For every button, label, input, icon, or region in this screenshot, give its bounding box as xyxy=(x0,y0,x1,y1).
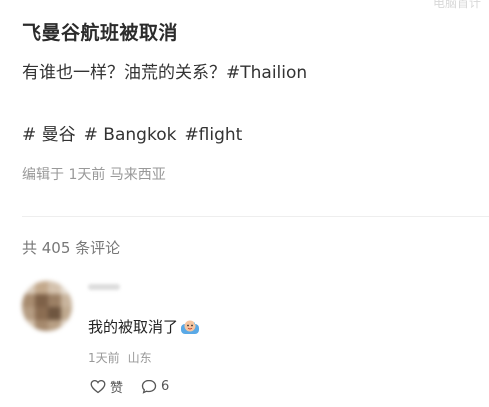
reply-count: 6 xyxy=(161,379,170,394)
comment-location: 山东 xyxy=(127,351,152,365)
tag-bangkok[interactable]: # Bangkok xyxy=(84,125,177,145)
divider xyxy=(22,216,489,217)
post-tags: # 曼谷 # Bangkok #flight xyxy=(22,120,250,145)
comment-time: 1天前 xyxy=(88,351,120,365)
heart-outline-icon xyxy=(90,379,106,394)
post-body: 有谁也一样？油荒的关系？#Thailion xyxy=(22,63,308,83)
comment-text: 我的被取消了 xyxy=(88,316,200,337)
reply-button[interactable]: 6 xyxy=(141,379,169,394)
speech-bubble-icon xyxy=(141,379,157,394)
like-label: 赞 xyxy=(110,381,124,396)
comment-count: 共 405 条评论 xyxy=(22,239,121,257)
sweat-smile-emoji-icon xyxy=(180,319,200,335)
comment-actions: 赞 6 xyxy=(90,377,187,396)
comment-username[interactable] xyxy=(88,284,120,290)
post-meta: 编辑于 1天前 马来西亚 xyxy=(22,167,166,183)
post-title: 飞曼谷航班被取消 xyxy=(22,22,179,44)
tag-bangkok-cn[interactable]: # 曼谷 xyxy=(22,125,76,145)
tag-flight[interactable]: #flight xyxy=(184,125,242,145)
like-button[interactable]: 赞 xyxy=(90,377,123,396)
comment-text-content: 我的被取消了 xyxy=(88,318,179,336)
comment-meta: 1天前 山东 xyxy=(88,349,160,366)
avatar[interactable] xyxy=(22,281,72,331)
top-faint-text: 电脑首计 xyxy=(432,0,481,10)
